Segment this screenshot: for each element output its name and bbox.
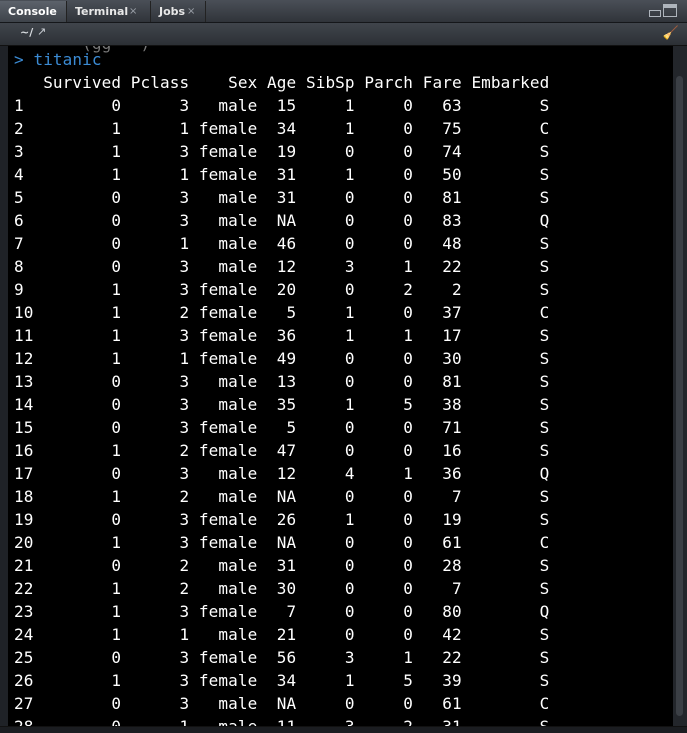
table-row: 28 0 1 male 11 3 2 31 S [14,715,549,726]
table-row: 8 0 3 male 12 3 1 22 S [14,257,550,276]
close-icon[interactable]: × [187,1,195,22]
tab-jobs[interactable]: Jobs × [151,1,206,22]
broom-icon[interactable]: 🧹 [663,26,679,41]
table-row: 10 1 2 female 5 1 0 37 C [14,303,550,322]
tab-jobs-label: Jobs [159,5,186,18]
table-row: 20 1 3 female NA 0 0 61 C [14,533,550,552]
minimize-icon[interactable] [649,10,661,17]
table-row: 22 1 2 male 30 0 0 7 S [14,579,550,598]
table-row: 23 1 3 female 7 0 0 80 Q [14,602,550,621]
table-row: 13 0 3 male 13 0 0 81 S [14,372,550,391]
table-row: 7 0 1 male 46 0 0 48 S [14,234,550,253]
table-row: 1 0 3 male 15 1 0 63 S [14,96,550,115]
table-row: 25 0 3 female 56 3 1 22 S [14,648,550,667]
table-row: 11 1 3 female 36 1 1 17 S [14,326,550,345]
close-icon[interactable]: × [129,1,137,22]
rstudio-console-pane: Console Terminal × Jobs × ~/ ↗ 🧹 (gg ) >… [0,0,687,733]
table-row: 16 1 2 female 47 0 0 16 S [14,441,550,460]
scrollbar-thumb[interactable] [676,76,683,716]
working-directory[interactable]: ~/ [20,26,33,39]
console-toolbar: ~/ ↗ 🧹 [0,23,687,46]
command-text: titanic [33,50,102,69]
table-row: 4 1 1 female 31 1 0 50 S [14,165,550,184]
tab-terminal-label: Terminal [75,5,129,18]
table-row: 6 0 3 male NA 0 0 83 Q [14,211,550,230]
tab-terminal[interactable]: Terminal × [67,1,151,22]
table-row: 5 0 3 male 31 0 0 81 S [14,188,550,207]
tab-bar: Console Terminal × Jobs × [0,0,687,23]
console-scrollbar[interactable] [673,46,687,726]
command-line: > titanic [14,48,102,71]
go-to-directory-icon[interactable]: ↗ [37,25,46,38]
table-row: 9 1 3 female 20 0 2 2 S [14,280,550,299]
table-row: 18 1 2 male NA 0 0 7 S [14,487,550,506]
table-header: Survived Pclass Sex Age SibSp Parch Fare… [14,73,550,92]
maximize-icon[interactable] [663,4,677,17]
table-row: 2 1 1 female 34 1 0 75 C [14,119,550,138]
window-controls [649,4,679,18]
console-output[interactable]: (gg ) > titanic Survived Pclass Sex Age … [8,46,673,726]
table-row: 15 0 3 female 5 0 0 71 S [14,418,550,437]
prompt-symbol: > [14,50,24,69]
table-row: 24 1 1 male 21 0 0 42 S [14,625,550,644]
pane-bottom-edge [0,726,687,733]
tab-console-label: Console [8,5,57,18]
table-row: 26 1 3 female 34 1 5 39 S [14,671,550,690]
table-row: 17 0 3 male 12 4 1 36 Q [14,464,550,483]
table-row: 12 1 1 female 49 0 0 30 S [14,349,550,368]
tab-console[interactable]: Console [0,1,67,22]
table-row: 27 0 3 male NA 0 0 61 C [14,694,550,713]
table-row: 19 0 3 female 26 1 0 19 S [14,510,550,529]
table-row: 21 0 2 male 31 0 0 28 S [14,556,550,575]
table-row: 14 0 3 male 35 1 5 38 S [14,395,550,414]
table-row: 3 1 3 female 19 0 0 74 S [14,142,550,161]
